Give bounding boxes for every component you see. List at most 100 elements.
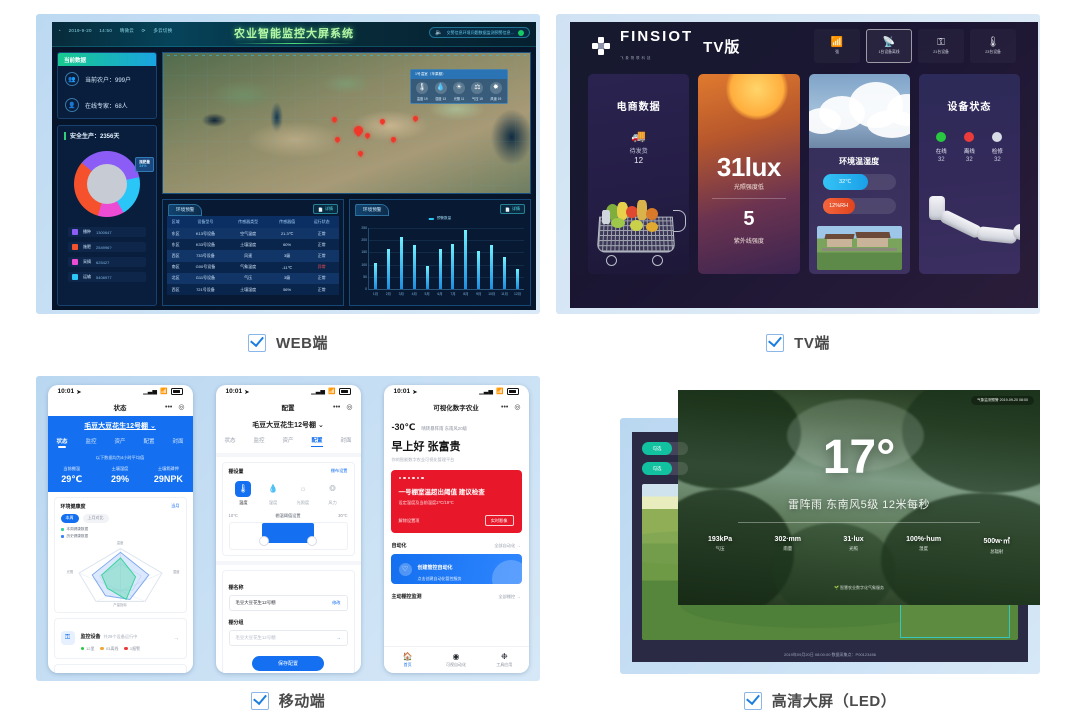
bar[interactable] <box>503 257 507 289</box>
bar[interactable] <box>373 263 377 289</box>
save-config-button[interactable]: 保存配置 <box>252 655 324 671</box>
device-stat: 12里 <box>86 645 95 651</box>
tab-status[interactable]: 状态 <box>56 437 67 448</box>
bar-column[interactable] <box>485 228 498 289</box>
table-row[interactable]: 北区 G11号设备 气压 3级 正常 <box>167 272 339 284</box>
tab-config[interactable]: 配置 <box>143 437 154 448</box>
satellite-map[interactable]: 1号温室（苹果棚） 🌡 温度 19 💧 湿度 13 ☀ 光照 11 ⚖ 气压 1… <box>162 52 531 194</box>
chip-compare[interactable]: 上月对比 <box>82 513 109 523</box>
more-icon[interactable]: ••• <box>165 404 172 411</box>
tv-card-ecommerce[interactable]: 电商数据 🚚 待发货 12 <box>588 74 690 274</box>
bar[interactable] <box>451 243 455 289</box>
tv-card-light[interactable]: 31lux 光照强度低 5 紫外线强度 <box>698 74 800 274</box>
bar-column[interactable] <box>434 228 447 289</box>
slider-handle-right[interactable] <box>307 535 318 546</box>
chart-panel-tab[interactable]: 环境预警 <box>355 204 390 216</box>
tab-cover[interactable]: 封面 <box>340 436 351 447</box>
section-more-link[interactable]: 全部棚控 → <box>498 594 520 600</box>
tabbar-home[interactable]: 🏠 首页 <box>384 652 432 668</box>
alert-action-button[interactable]: 实时影像 <box>484 515 514 526</box>
segment-wind[interactable]: ❂ 风力 <box>324 480 341 506</box>
tab-assets[interactable]: 资产 <box>114 437 125 448</box>
bar-column[interactable] <box>395 228 408 289</box>
alert-card[interactable]: 一号棚室温超出阈值 建议检查 设定温度及当前温度2℃/19℃ 解除设置项 实时影… <box>390 469 522 533</box>
target-icon[interactable]: ◎ <box>514 403 520 411</box>
greenhouse-group-field[interactable]: 毛豆大豆花生12号棚 → <box>228 629 348 646</box>
x-axis-tick: 7月 <box>450 292 456 296</box>
slider-max: 30℃ <box>338 513 348 518</box>
caption-web: WEB端 <box>36 332 540 353</box>
bar-column[interactable] <box>408 228 421 289</box>
bar[interactable] <box>425 265 429 289</box>
table-row[interactable]: 西区 721号设备 土壤湿度 56% 正常 <box>167 283 339 296</box>
status-camera-label: 21台设备 <box>933 49 949 54</box>
tab-cover[interactable]: 封面 <box>172 437 183 448</box>
list-item[interactable]: ▦ 监测监控共29个设备运行中 12里 03离线 1报警 → <box>53 663 187 673</box>
tv-card-device-status[interactable]: 设备状态 在线 32 离线 32 检修 32 <box>918 74 1020 274</box>
bar[interactable] <box>516 269 520 289</box>
tab-monitor[interactable]: 监控 <box>253 436 264 447</box>
greenhouse-selector[interactable]: 毛豆大豆花生12号棚 ⌄ <box>48 421 193 431</box>
alert-link[interactable]: 解除设置项 <box>399 518 420 524</box>
bar-column[interactable] <box>369 228 382 289</box>
table-row[interactable]: 东区 K33号设备 土壤湿度 60% 正常 <box>167 239 339 251</box>
radar-card-action[interactable]: 当月 <box>171 503 179 509</box>
tabbar-tools[interactable]: ❉ 工具应用 <box>480 652 528 668</box>
status-camera[interactable]: ⚿ 21台设备 <box>918 29 964 63</box>
table-row[interactable]: 南区 G00号设备 气象温度 -11℃ 异常 <box>167 261 339 273</box>
tab-status[interactable]: 状态 <box>224 436 235 447</box>
segment-humidity[interactable]: 💧 湿度 <box>265 480 282 506</box>
table-detail-button[interactable]: 📄 详情 <box>313 204 338 214</box>
list-item[interactable]: ⚿ 监控设备 共29个设备运行中 12里 03离线 1报警 → <box>53 617 187 659</box>
status-wifi[interactable]: 📶 强 <box>814 29 860 63</box>
status-gateway[interactable]: 📡 1台设备离线 <box>866 29 912 63</box>
config-card-action[interactable]: 棚布设置 <box>331 468 348 474</box>
segment-light[interactable]: ☼ 光照度 <box>294 480 311 506</box>
led-weather-overlay: 气象监测预警 2019-09-20 08:00 17° 雷阵雨 东南风5级 12… <box>678 390 1040 605</box>
bar-column[interactable] <box>459 228 472 289</box>
target-icon[interactable]: ◎ <box>178 403 184 411</box>
target-icon[interactable]: ◎ <box>346 403 352 411</box>
tab-assets[interactable]: 资产 <box>282 436 293 447</box>
more-icon[interactable]: ••• <box>501 404 508 411</box>
slider-handle-left[interactable] <box>258 535 269 546</box>
web-alert-marquee[interactable]: 🔈 交警信息环境问题数据监测预警信息... <box>429 27 530 38</box>
bar[interactable] <box>386 249 390 289</box>
tab-config[interactable]: 配置 <box>311 436 323 447</box>
bar[interactable] <box>464 230 468 289</box>
bar-column[interactable] <box>511 228 524 289</box>
segment-temperature[interactable]: 🌡 温度 <box>235 480 252 506</box>
greenhouse-name-field[interactable]: 毛豆大豆花生12号棚 修改 <box>228 594 348 611</box>
status-sensor[interactable]: 🌡 23台设备 <box>970 29 1016 63</box>
chart-detail-button[interactable]: 📄 详情 <box>500 204 525 214</box>
table-panel-tab[interactable]: 环境预警 <box>168 204 203 216</box>
bar-column[interactable] <box>498 228 511 289</box>
led-toggle[interactable]: 勾选 <box>642 442 688 455</box>
tabbar-visual[interactable]: ◉ 可视自动化 <box>432 652 480 668</box>
tv-card-climate[interactable]: 环境温湿度 32℃ 12%RH <box>808 74 910 274</box>
alert-dots <box>398 476 514 479</box>
create-automation-card[interactable]: ♡ 创建管控自动化 点击创建自动化管控服务 <box>390 554 522 584</box>
bar[interactable] <box>399 237 403 289</box>
home-header: -30℃ 晴转暴阵雨 东南风20级 早上好 张富贵 你的智能数字农业可视化管理平… <box>384 416 529 463</box>
bar[interactable] <box>490 245 494 289</box>
greenhouse-selector[interactable]: 毛豆大豆花生12号棚 ⌄ <box>216 420 361 430</box>
bar-column[interactable] <box>447 228 460 289</box>
bar[interactable] <box>412 245 416 289</box>
table-row[interactable]: 东区 K13号设备 空气温度 21.3℃ 正常 <box>167 228 339 240</box>
led-toggle[interactable]: 勾选 <box>642 462 688 475</box>
card-title: 设备状态 <box>947 102 992 113</box>
tab-monitor[interactable]: 监控 <box>85 437 96 448</box>
more-icon[interactable]: ••• <box>333 404 340 411</box>
field-action[interactable]: 修改 <box>332 600 340 606</box>
table-row[interactable]: 西区 733号设备 风速 3级 正常 <box>167 250 339 262</box>
chip-week[interactable]: 本周 <box>60 513 79 523</box>
bar-column[interactable] <box>382 228 395 289</box>
bar[interactable] <box>438 249 442 289</box>
bar-column[interactable] <box>472 228 485 289</box>
threshold-slider[interactable] <box>228 521 348 550</box>
bar-column[interactable] <box>421 228 434 289</box>
tv-card-row: 电商数据 🚚 待发货 12 31lux 光照强度低 5 紫外线强度 环境温湿度 … <box>570 70 1038 292</box>
bar[interactable] <box>477 251 481 289</box>
section-more-link[interactable]: 全部自动化 → <box>494 543 520 549</box>
